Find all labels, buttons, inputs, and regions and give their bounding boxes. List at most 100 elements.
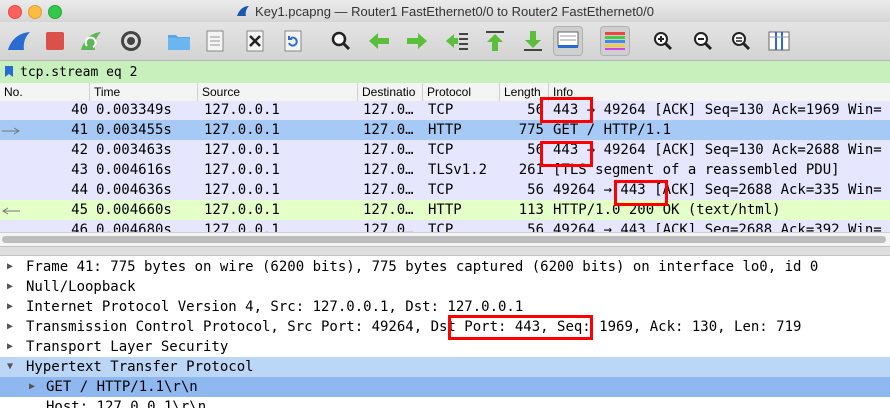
detail-row-text: Transmission Control Protocol, Src Port:… (26, 319, 802, 335)
detail-row[interactable]: ▼ Hypertext Transfer Protocol (0, 357, 890, 377)
packet-row[interactable]: 43 0.004616s 127.0.0.1 127.0… TLSv1.2 261 [TLS… (0, 160, 890, 180)
packet-cell-info: 49264 → 443 [ACK] Seq=2688 Ack=392 Win= (553, 222, 882, 232)
detail-row[interactable]: ▶ Frame 41: 775 bytes on wire (6200 bits)… (0, 257, 890, 277)
zoom-out-icon (694, 32, 713, 51)
packet-row[interactable]: 45 0.004660s 127.0.0.1 127.0… HTTP 113 HTTP/1.… (0, 200, 890, 220)
capture-options-button[interactable] (116, 26, 146, 56)
packet-cell-len: 261 (518, 162, 544, 178)
collapsed-triangle-icon[interactable]: ▶ (29, 377, 41, 397)
packet-cell-info: 49264 → 443 [ACK] Seq=2688 Ack=335 Win= (553, 182, 882, 198)
detail-row[interactable]: ▶ Null/Loopback (0, 277, 890, 297)
packet-cell-info: 443 → 49264 [ACK] Seq=130 Ack=1969 Win= (553, 102, 882, 118)
column-header-length[interactable]: Length (500, 83, 549, 101)
column-header-destination[interactable]: Destinatio (358, 83, 423, 101)
detail-row[interactable]: ▶ Transmission Control Protocol, Src Port… (0, 317, 890, 337)
packet-cell-no: 46 (71, 222, 88, 232)
packet-cell-src: 127.0.0.1 (204, 202, 280, 218)
column-header-info[interactable]: Info (549, 83, 890, 101)
packet-cell-proto: TCP (428, 222, 454, 232)
column-header-protocol[interactable]: Protocol (423, 83, 500, 101)
stop-square-icon (46, 32, 64, 50)
autoscroll-button[interactable] (553, 26, 583, 56)
packet-row[interactable]: 41 0.003455s 127.0.0.1 127.0… HTTP 775 GET / H… (0, 120, 890, 140)
packet-cell-dst: 127.0… (363, 162, 414, 178)
collapsed-triangle-icon[interactable]: ▶ (7, 297, 19, 317)
filter-bookmark-icon[interactable] (4, 65, 14, 78)
packet-cell-proto: TCP (428, 182, 454, 198)
packet-cell-proto: TCP (428, 142, 454, 158)
main-toolbar (0, 22, 890, 61)
packet-cell-src: 127.0.0.1 (204, 102, 280, 118)
first-packet-button[interactable] (480, 26, 510, 56)
related-response-marker (2, 207, 20, 215)
normal-size-button[interactable] (726, 26, 756, 56)
packet-list-header: No. Time Source Destinatio Protocol Leng… (0, 83, 890, 102)
save-file-button[interactable] (200, 26, 230, 56)
close-file-button[interactable] (240, 26, 270, 56)
collapsed-triangle-icon[interactable]: ▶ (7, 337, 19, 357)
detail-row[interactable]: ▶ Transport Layer Security (0, 337, 890, 357)
resize-columns-button[interactable] (764, 26, 794, 56)
packet-cell-no: 40 (71, 102, 88, 118)
window-title: Key1.pcapng — Router1 FastEthernet0/0 to… (255, 4, 654, 19)
packet-cell-time: 0.003349s (96, 102, 172, 118)
display-filter-input[interactable] (20, 63, 880, 81)
packet-cell-src: 127.0.0.1 (204, 122, 280, 138)
reload-file-button[interactable] (278, 26, 308, 56)
packet-list-horizontal-scrollbar[interactable] (0, 232, 890, 247)
shark-fin-icon (8, 32, 30, 50)
arrow-left-icon (369, 33, 389, 49)
packet-cell-src: 127.0.0.1 (204, 162, 280, 178)
arrow-down-icon (524, 31, 542, 51)
packet-row[interactable]: 46 0.004680s 127.0.0.1 127.0… TCP 56 49264 → 4… (0, 220, 890, 232)
goto-packet-icon (446, 33, 468, 50)
detail-row[interactable]: Host: 127.0.0.1\r\n (0, 397, 890, 408)
packet-cell-dst: 127.0… (363, 102, 414, 118)
stop-capture-button[interactable] (40, 26, 70, 56)
zoom-reset-icon (732, 32, 751, 51)
go-forward-button[interactable] (402, 26, 432, 56)
collapsed-triangle-icon[interactable]: ▶ (7, 277, 19, 297)
detail-row[interactable]: ▶ GET / HTTP/1.1\r\n (0, 377, 890, 397)
detail-row-text: GET / HTTP/1.1\r\n (46, 379, 198, 395)
go-back-button[interactable] (364, 26, 394, 56)
packet-row[interactable]: 42 0.003463s 127.0.0.1 127.0… TCP 56 443 → 492… (0, 140, 890, 160)
column-header-no[interactable]: No. (0, 83, 90, 101)
related-request-marker (2, 127, 20, 135)
collapsed-triangle-icon[interactable]: ▶ (7, 317, 19, 337)
find-packet-button[interactable] (326, 26, 356, 56)
colorize-button[interactable] (600, 26, 630, 56)
packet-list[interactable]: 46 0.004680s 127.0.0.1 127.0… TCP 56 49264 → 4… (0, 101, 890, 232)
packet-row[interactable]: 44 0.004636s 127.0.0.1 127.0… TCP 56 49264 → 4… (0, 180, 890, 200)
packet-row[interactable]: 40 0.003349s 127.0.0.1 127.0… TCP 56 443 → 492… (0, 101, 890, 120)
column-header-time[interactable]: Time (90, 83, 198, 101)
detail-row[interactable]: ▶ Internet Protocol Version 4, Src: 127.0… (0, 297, 890, 317)
display-filter-bar (0, 61, 890, 84)
open-file-button[interactable] (164, 26, 194, 56)
zoom-out-button[interactable] (688, 26, 718, 56)
reload-icon (284, 30, 302, 52)
pane-splitter[interactable] (0, 246, 890, 256)
expanded-triangle-icon[interactable]: ▼ (7, 357, 19, 377)
packet-cell-len: 113 (518, 202, 544, 218)
packet-cell-proto: TLSv1.2 (428, 162, 488, 178)
detail-row-text: Internet Protocol Version 4, Src: 127.0.… (26, 299, 524, 315)
start-capture-button[interactable] (4, 26, 34, 56)
detail-row-text: Frame 41: 775 bytes on wire (6200 bits),… (26, 259, 819, 275)
packet-details-pane[interactable]: ▶ Frame 41: 775 bytes on wire (6200 bits)… (0, 256, 890, 408)
packet-cell-time: 0.003455s (96, 122, 172, 138)
scrollbar-thumb[interactable] (2, 236, 886, 243)
zoom-in-button[interactable] (648, 26, 678, 56)
packet-cell-proto: TCP (428, 102, 454, 118)
packet-cell-time: 0.004616s (96, 162, 172, 178)
last-packet-button[interactable] (518, 26, 548, 56)
go-to-packet-button[interactable] (442, 26, 472, 56)
gear-icon (121, 31, 141, 51)
packet-cell-no: 43 (71, 162, 88, 178)
restart-capture-button[interactable] (76, 26, 106, 56)
packet-cell-proto: HTTP (428, 202, 462, 218)
collapsed-triangle-icon[interactable]: ▶ (7, 257, 19, 277)
packet-cell-time: 0.004636s (96, 182, 172, 198)
column-header-source[interactable]: Source (198, 83, 358, 101)
packet-cell-no: 44 (71, 182, 88, 198)
